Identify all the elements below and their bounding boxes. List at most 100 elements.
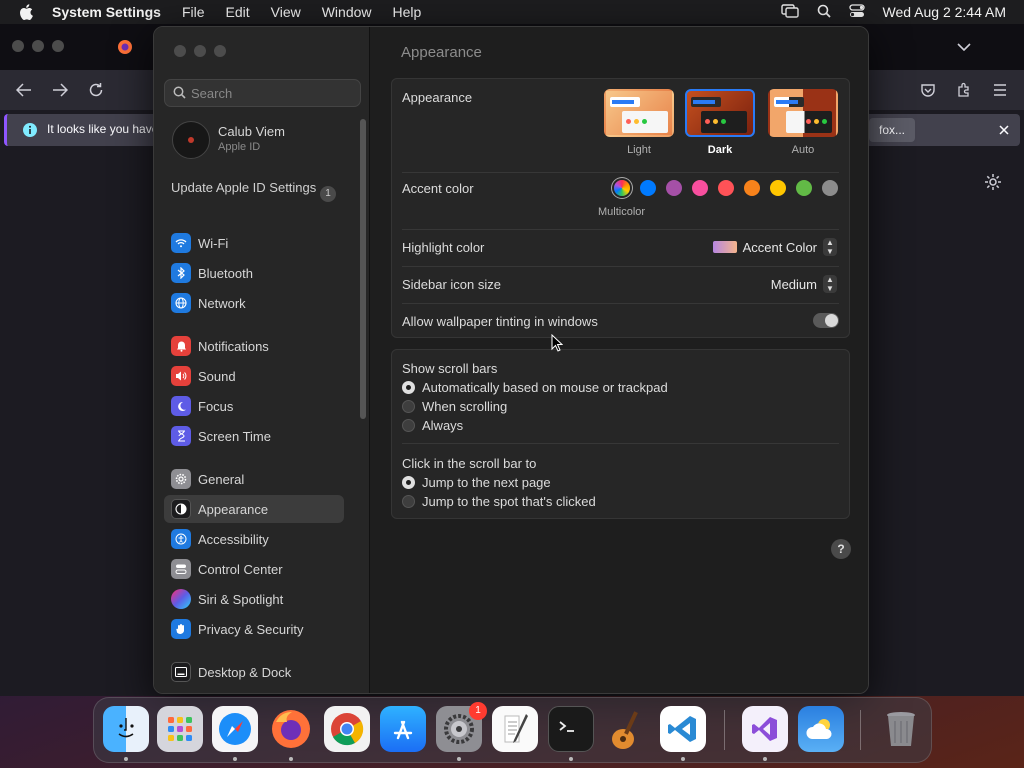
garageband-icon[interactable] bbox=[604, 706, 650, 752]
forward-arrow-icon[interactable] bbox=[50, 80, 70, 100]
theme-dark-option[interactable]: Dark bbox=[685, 89, 755, 156]
help-button[interactable]: ? bbox=[831, 539, 851, 559]
notification-action-button[interactable]: fox... bbox=[869, 118, 916, 142]
chrome-icon[interactable] bbox=[324, 706, 370, 752]
menu-app-name[interactable]: System Settings bbox=[52, 4, 161, 20]
accent-pink-swatch[interactable] bbox=[692, 180, 708, 196]
apple-id-user[interactable]: Calub Viem Apple ID bbox=[168, 119, 358, 161]
spotlight-search-icon[interactable] bbox=[817, 4, 831, 21]
hamburger-menu-icon[interactable] bbox=[990, 80, 1010, 100]
page-title: Appearance bbox=[401, 44, 482, 61]
running-indicator bbox=[681, 757, 685, 761]
scroll-bars-card: Show scroll bars Automatically based on … bbox=[391, 349, 850, 519]
visual-studio-icon[interactable] bbox=[742, 706, 788, 752]
extensions-icon[interactable] bbox=[954, 80, 974, 100]
sidebar-item-notifications[interactable]: Notifications bbox=[164, 332, 344, 360]
menu-window[interactable]: Window bbox=[322, 4, 372, 20]
sidebar-item-screen-time[interactable]: Screen Time bbox=[164, 422, 344, 450]
terminal-icon[interactable] bbox=[548, 706, 594, 752]
radio-button[interactable] bbox=[402, 476, 415, 489]
scroll-auto-radio[interactable]: Automatically based on mouse or trackpad bbox=[402, 380, 668, 395]
sidebar-item-focus[interactable]: Focus bbox=[164, 392, 344, 420]
highlight-color-select[interactable]: Accent Color ▲ ▼ bbox=[712, 238, 837, 256]
control-center-icon[interactable] bbox=[848, 3, 865, 21]
sidebar-item-accessibility[interactable]: Accessibility bbox=[164, 525, 344, 553]
accent-purple-swatch[interactable] bbox=[666, 180, 682, 196]
sidebar-item-siri-spotlight[interactable]: Siri & Spotlight bbox=[164, 585, 344, 613]
radio-label: Always bbox=[422, 418, 464, 433]
theme-light-option[interactable]: Light bbox=[604, 89, 674, 156]
sidebar-item-general[interactable]: General bbox=[164, 465, 344, 493]
sidebar-item-wifi[interactable]: Wi-Fi bbox=[164, 229, 344, 257]
update-apple-id-settings[interactable]: Update Apple ID Settings bbox=[171, 180, 341, 196]
close-button[interactable] bbox=[174, 45, 186, 57]
radio-button[interactable] bbox=[402, 381, 415, 394]
accent-blue-swatch[interactable] bbox=[640, 180, 656, 196]
accent-yellow-swatch[interactable] bbox=[770, 180, 786, 196]
firefox-icon[interactable] bbox=[268, 706, 314, 752]
scroll-when-scrolling-radio[interactable]: When scrolling bbox=[402, 399, 507, 414]
accent-color-label: Accent color bbox=[402, 181, 474, 196]
reload-icon[interactable] bbox=[86, 80, 106, 100]
sidebar-item-sound[interactable]: Sound bbox=[164, 362, 344, 390]
safari-icon[interactable] bbox=[212, 706, 258, 752]
control-center-icon bbox=[171, 559, 191, 579]
browser-window-controls[interactable] bbox=[12, 40, 64, 52]
info-icon bbox=[21, 121, 39, 139]
firefox-tab-icon[interactable] bbox=[116, 38, 134, 56]
click-next-page-radio[interactable]: Jump to the next page bbox=[402, 475, 551, 490]
menu-clock[interactable]: Wed Aug 2 2:44 AM bbox=[883, 4, 1007, 20]
finder-icon[interactable] bbox=[103, 706, 149, 752]
weather-icon[interactable] bbox=[798, 706, 844, 752]
theme-auto-option[interactable]: Auto bbox=[768, 89, 838, 156]
sidebar-search[interactable] bbox=[164, 79, 361, 107]
zoom-button[interactable] bbox=[214, 45, 226, 57]
menu-view[interactable]: View bbox=[271, 4, 301, 20]
sidebar-item-desktop-dock[interactable]: Desktop & Dock bbox=[164, 658, 344, 686]
menu-help[interactable]: Help bbox=[393, 4, 422, 20]
sidebar-item-network[interactable]: Network bbox=[164, 289, 344, 317]
accent-green-swatch[interactable] bbox=[796, 180, 812, 196]
wallpaper-tinting-toggle[interactable] bbox=[813, 313, 839, 328]
sidebar-item-appearance[interactable]: Appearance bbox=[164, 495, 344, 523]
scroll-always-radio[interactable]: Always bbox=[402, 418, 463, 433]
menu-edit[interactable]: Edit bbox=[226, 4, 250, 20]
radio-button[interactable] bbox=[402, 419, 415, 432]
app-store-icon[interactable] bbox=[380, 706, 426, 752]
accent-red-swatch[interactable] bbox=[718, 180, 734, 196]
sidebar-item-label: General bbox=[198, 471, 245, 487]
accent-graphite-swatch[interactable] bbox=[822, 180, 838, 196]
apple-menu-icon[interactable] bbox=[0, 4, 52, 20]
hand-icon bbox=[171, 619, 191, 639]
radio-button[interactable] bbox=[402, 495, 415, 508]
notification-text: It looks like you have bbox=[47, 122, 159, 136]
pocket-icon[interactable] bbox=[918, 80, 938, 100]
close-notification-icon[interactable] bbox=[995, 121, 1013, 139]
radio-button[interactable] bbox=[402, 400, 415, 413]
system-settings-window: Calub Viem Apple ID Update Apple ID Sett… bbox=[153, 26, 869, 694]
minimize-button[interactable] bbox=[194, 45, 206, 57]
screen-mirroring-icon[interactable] bbox=[780, 3, 799, 21]
window-controls[interactable] bbox=[174, 45, 226, 57]
search-input[interactable] bbox=[191, 84, 351, 102]
accent-orange-swatch[interactable] bbox=[744, 180, 760, 196]
tab-list-chevron-icon[interactable] bbox=[954, 38, 974, 56]
sidebar-scrollbar[interactable] bbox=[360, 119, 366, 419]
sidebar-icon-size-select[interactable]: Medium ▲ ▼ bbox=[771, 275, 837, 293]
menu-file[interactable]: File bbox=[182, 4, 205, 20]
running-indicator bbox=[569, 757, 573, 761]
sidebar-item-control-center[interactable]: Control Center bbox=[164, 555, 344, 583]
textedit-icon[interactable] bbox=[492, 706, 538, 752]
sidebar-item-privacy-security[interactable]: Privacy & Security bbox=[164, 615, 344, 643]
accent-multicolor-swatch[interactable] bbox=[614, 180, 630, 196]
back-arrow-icon[interactable] bbox=[14, 80, 34, 100]
click-spot-radio[interactable]: Jump to the spot that's clicked bbox=[402, 494, 596, 509]
page-settings-gear-icon[interactable] bbox=[983, 172, 1003, 192]
sidebar-item-bluetooth[interactable]: Bluetooth bbox=[164, 259, 344, 287]
update-badge: 1 bbox=[320, 186, 336, 202]
trash-icon[interactable] bbox=[878, 706, 924, 752]
light-theme-thumbnail bbox=[604, 89, 674, 137]
launchpad-icon[interactable] bbox=[157, 706, 203, 752]
bluetooth-icon bbox=[171, 263, 191, 283]
vscode-icon[interactable] bbox=[660, 706, 706, 752]
